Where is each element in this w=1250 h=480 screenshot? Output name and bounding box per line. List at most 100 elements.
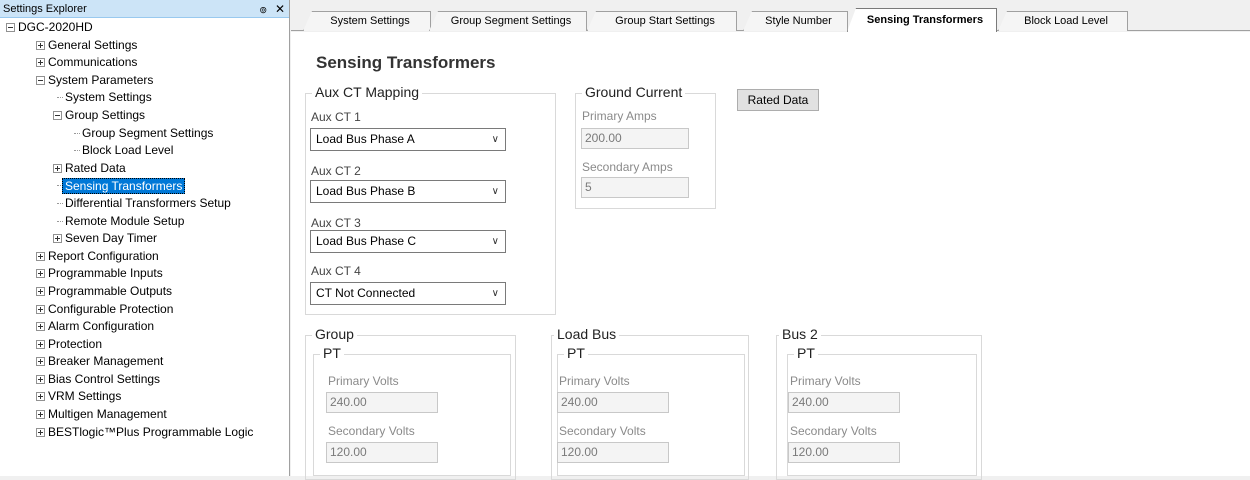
tree-item[interactable]: Programmable Inputs [0, 265, 289, 283]
tree-item-label: Communications [48, 55, 138, 70]
tree-item[interactable]: VRM Settings [0, 388, 289, 406]
tree-item[interactable]: DGC-2020HD [0, 19, 289, 37]
tree-item[interactable]: Alarm Configuration [0, 318, 289, 336]
aux-ct2-label: Aux CT 2 [311, 164, 361, 178]
tab-group-start-settings[interactable]: Group Start Settings [587, 11, 737, 31]
tree-item-label: DGC-2020HD [18, 20, 93, 34]
expand-icon[interactable] [36, 322, 45, 332]
tree-item-label: Programmable Outputs [48, 283, 173, 298]
expand-icon[interactable] [36, 374, 45, 384]
tree-item[interactable]: Rated Data [0, 160, 289, 178]
tree-item[interactable]: Programmable Outputs [0, 283, 289, 301]
tree-item[interactable]: Differential Transformers Setup [0, 195, 289, 213]
main-panel: System Settings Group Segment Settings G… [291, 0, 1250, 480]
aux-ct2-select[interactable]: Load Bus Phase B ∨ [310, 180, 506, 203]
aux-ct1-select[interactable]: Load Bus Phase A ∨ [310, 128, 506, 151]
load-bus-primary-volts-input[interactable]: 240.00 [557, 392, 669, 413]
group-secondary-volts-label: Secondary Volts [328, 424, 415, 438]
expand-icon[interactable] [36, 410, 45, 420]
tab-style-number[interactable]: Style Number [743, 11, 848, 31]
tab-system-settings[interactable]: System Settings [303, 11, 431, 31]
tree-item-label: Breaker Management [48, 354, 164, 369]
ground-current-title: Ground Current [582, 84, 686, 100]
aux-ct4-select[interactable]: CT Not Connected ∨ [310, 282, 506, 305]
tree-item[interactable]: BESTlogic™Plus Programmable Logic [0, 424, 289, 442]
bus2-secondary-volts-input[interactable]: 120.00 [788, 442, 900, 463]
tree-item[interactable]: Report Configuration [0, 248, 289, 266]
tree-item[interactable]: Protection [0, 336, 289, 354]
settings-explorer-panel: Settings Explorer ๏ ✕ DGC-2020HD General … [0, 0, 290, 476]
tree-item[interactable]: System Settings [0, 89, 289, 107]
tab-block-load-level[interactable]: Block Load Level [998, 11, 1128, 31]
expand-icon[interactable] [53, 163, 62, 173]
expand-icon[interactable] [36, 427, 45, 437]
expand-icon[interactable] [36, 269, 45, 279]
tree-item-label: Configurable Protection [48, 301, 174, 316]
tree-connector [57, 220, 63, 222]
settings-explorer-title: Settings Explorer [3, 2, 87, 15]
collapse-icon[interactable] [6, 23, 15, 32]
tree-item[interactable]: Sensing Transformers [0, 177, 289, 195]
close-icon[interactable]: ✕ [275, 3, 285, 15]
primary-amps-input[interactable]: 200.00 [581, 128, 689, 149]
expand-icon[interactable] [36, 357, 45, 367]
tree-item-label: General Settings [48, 37, 138, 52]
tab-sensing-transformers[interactable]: Sensing Transformers [847, 8, 997, 32]
expand-icon[interactable] [36, 58, 45, 68]
bus2-secondary-volts-label: Secondary Volts [790, 424, 877, 438]
expand-icon[interactable] [36, 304, 45, 314]
tree-connector [57, 97, 63, 99]
load-bus-title: Load Bus [554, 326, 620, 342]
expand-icon[interactable] [36, 40, 45, 50]
tree-item[interactable]: General Settings [0, 37, 289, 55]
expand-icon[interactable] [53, 234, 62, 244]
tree-item[interactable]: Configurable Protection [0, 301, 289, 319]
tree-item[interactable]: Seven Day Timer [0, 230, 289, 248]
tab-bar: System Settings Group Segment Settings G… [291, 0, 1250, 32]
collapse-icon[interactable] [36, 75, 45, 85]
aux-ct3-select[interactable]: Load Bus Phase C ∨ [310, 230, 506, 253]
tree-item[interactable]: Group Segment Settings [0, 125, 289, 143]
secondary-amps-label: Secondary Amps [582, 160, 673, 174]
tab-group-segment-settings[interactable]: Group Segment Settings [429, 11, 587, 31]
expand-icon[interactable] [36, 286, 45, 296]
group-secondary-volts-input[interactable]: 120.00 [326, 442, 438, 463]
expand-icon[interactable] [36, 339, 45, 349]
group-pt-title: PT [320, 345, 344, 361]
rated-data-button[interactable]: Rated Data [737, 89, 819, 111]
tree-item[interactable]: Breaker Management [0, 353, 289, 371]
load-bus-secondary-volts-input[interactable]: 120.00 [557, 442, 669, 463]
load-bus-primary-volts-label: Primary Volts [559, 374, 630, 388]
chevron-down-icon: ∨ [491, 186, 499, 197]
bus2-primary-volts-input[interactable]: 240.00 [788, 392, 900, 413]
expand-icon[interactable] [36, 251, 45, 261]
tree-item[interactable]: System Parameters [0, 72, 289, 90]
tree-item[interactable]: Multigen Management [0, 406, 289, 424]
tree-item-label: VRM Settings [48, 389, 122, 404]
tree-item[interactable]: Communications [0, 54, 289, 72]
tree-item-label: Alarm Configuration [48, 319, 155, 334]
aux-ct-mapping-title: Aux CT Mapping [312, 84, 423, 100]
chevron-down-icon: ∨ [491, 236, 499, 247]
pin-icon[interactable]: ๏ [260, 3, 267, 15]
collapse-icon[interactable] [53, 110, 62, 120]
tree-item-label: System Settings [65, 90, 152, 105]
tree-item[interactable]: Group Settings [0, 107, 289, 125]
secondary-amps-input[interactable]: 5 [581, 177, 689, 198]
load-bus-secondary-volts-label: Secondary Volts [559, 424, 646, 438]
tree-connector [57, 202, 63, 204]
aux-ct3-label: Aux CT 3 [311, 216, 361, 230]
tree-item[interactable]: Block Load Level [0, 142, 289, 160]
primary-amps-label: Primary Amps [582, 109, 657, 123]
settings-tree: DGC-2020HD General Settings Communications… [0, 18, 289, 441]
group-primary-volts-input[interactable]: 240.00 [326, 392, 438, 413]
group-title: Group [312, 326, 357, 342]
tree-item-label: Seven Day Timer [65, 231, 158, 246]
bus2-title: Bus 2 [779, 326, 821, 342]
chevron-down-icon: ∨ [491, 288, 499, 299]
tree-item[interactable]: Remote Module Setup [0, 213, 289, 231]
expand-icon[interactable] [36, 392, 45, 402]
tree-connector [74, 132, 80, 134]
tree-item[interactable]: Bias Control Settings [0, 371, 289, 389]
sensing-transformers-page: Sensing Transformers Aux CT Mapping Aux … [291, 32, 1250, 480]
